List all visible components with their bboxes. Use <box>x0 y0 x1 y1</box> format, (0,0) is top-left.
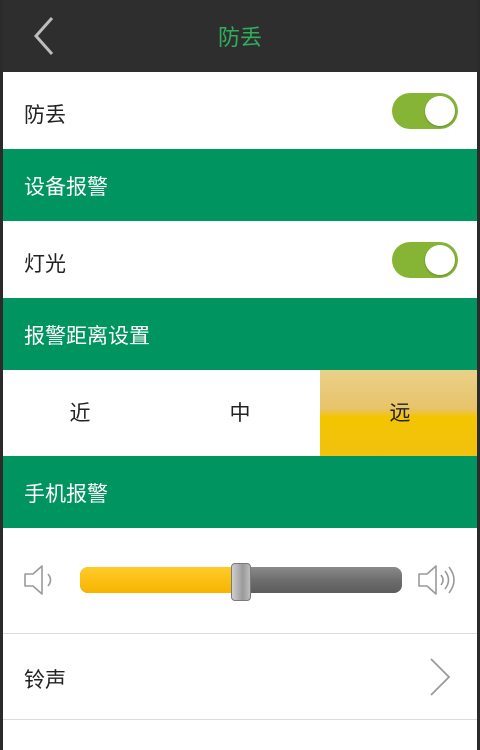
anti-lost-toggle[interactable] <box>392 93 458 129</box>
device-alarm-section-header: 设备报警 <box>0 149 480 221</box>
distance-option-near[interactable]: 近 <box>0 370 160 456</box>
ringtone-row[interactable]: 铃声 <box>0 634 480 719</box>
volume-slider-fill <box>80 567 241 593</box>
page-title: 防丢 <box>217 26 262 51</box>
distance-option-far[interactable]: 远 <box>320 370 480 456</box>
alarm-distance-section-header: 报警距离设置 <box>0 298 480 370</box>
section-title: 设备报警 <box>24 175 108 199</box>
volume-slider-thumb[interactable] <box>231 563 251 601</box>
light-label: 灯光 <box>24 252 66 276</box>
toggle-knob <box>425 96 455 126</box>
divider <box>0 719 480 720</box>
anti-lost-label: 防丢 <box>24 103 66 127</box>
header-bar: 防丢 <box>0 0 480 72</box>
section-title: 报警距离设置 <box>24 324 150 348</box>
anti-lost-row: 防丢 <box>0 72 480 149</box>
light-toggle[interactable] <box>392 242 458 278</box>
distance-option-medium[interactable]: 中 <box>160 370 320 456</box>
chevron-right-icon[interactable] <box>428 656 452 698</box>
left-edge <box>0 0 3 750</box>
volume-low-icon <box>22 562 62 598</box>
volume-high-icon <box>416 562 456 598</box>
ringtone-label: 铃声 <box>24 668 66 692</box>
phone-alarm-section-header: 手机报警 <box>0 456 480 528</box>
section-title: 手机报警 <box>24 482 108 506</box>
app-screen: 防丢 防丢 设备报警 灯光 报警距离设置 近 中 远 手机报警 铃声 <box>0 0 480 750</box>
light-row: 灯光 <box>0 221 480 298</box>
toggle-knob <box>425 245 455 275</box>
